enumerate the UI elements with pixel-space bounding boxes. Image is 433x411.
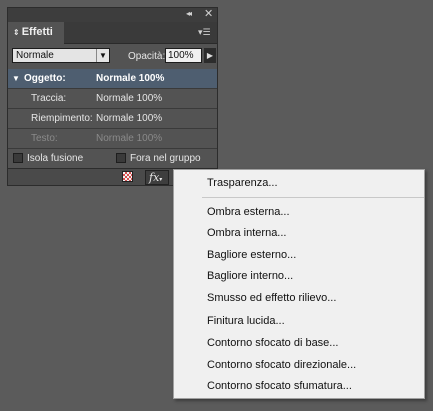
clear-effects-icon[interactable] — [122, 171, 133, 182]
row-name: Oggetto: — [24, 73, 66, 84]
panel-titlebar[interactable]: ◂◂ ✕ — [8, 8, 217, 22]
menu-item-bagliore-interno[interactable]: Bagliore interno... — [207, 270, 293, 282]
knockout-group-checkbox[interactable] — [116, 153, 126, 163]
fx-dropdown-menu: Trasparenza... Ombra esterna... Ombra in… — [173, 169, 425, 399]
menu-item-contorno-direzionale[interactable]: Contorno sfocato direzionale... — [207, 359, 356, 371]
isolate-blending-label: Isola fusione — [27, 153, 84, 164]
row-name: Riempimento: — [31, 113, 93, 124]
effects-panel: ◂◂ ✕ ⇕ Effetti ▾☰ Normale ▼ Opacità: 100%… — [7, 7, 218, 186]
row-riempimento[interactable]: Riempimento: Normale 100% — [8, 109, 217, 129]
row-value: Normale 100% — [96, 93, 163, 104]
menu-item-contorno-sfumatura[interactable]: Contorno sfocato sfumatura... — [207, 380, 352, 392]
opacity-slider-arrow-icon[interactable]: ▶ — [204, 48, 216, 63]
tab-effetti[interactable]: ⇕ Effetti — [8, 22, 64, 44]
expand-triangle-icon[interactable]: ▼ — [12, 74, 20, 83]
row-value: Normale 100% — [96, 133, 163, 144]
isolate-blending-checkbox[interactable] — [13, 153, 23, 163]
panel-tabbar: ⇕ Effetti ▾☰ — [8, 22, 217, 44]
menu-item-contorno-base[interactable]: Contorno sfocato di base... — [207, 337, 338, 349]
menu-separator — [202, 197, 424, 198]
fx-icon: fx — [149, 171, 160, 184]
knockout-group-label: Fora nel gruppo — [130, 153, 201, 164]
blend-mode-select[interactable]: Normale ▼ — [12, 48, 110, 63]
blend-mode-value: Normale — [16, 50, 54, 61]
fx-button[interactable]: fx▾ — [145, 170, 169, 185]
opacity-input[interactable]: 100% — [165, 48, 202, 63]
row-value: Normale 100% — [96, 113, 163, 124]
tab-label: Effetti — [21, 26, 53, 38]
row-name: Testo: — [31, 133, 58, 144]
row-testo: Testo: Normale 100% — [8, 129, 217, 149]
collapse-icon[interactable]: ◂◂ — [186, 9, 192, 18]
row-value: Normale 100% — [96, 73, 165, 84]
row-oggetto[interactable]: ▼ Oggetto: Normale 100% — [8, 69, 217, 89]
menu-item-trasparenza[interactable]: Trasparenza... — [207, 177, 278, 189]
close-icon[interactable]: ✕ — [204, 7, 213, 20]
menu-item-finitura-lucida[interactable]: Finitura lucida... — [207, 315, 285, 327]
opacity-label: Opacità: — [128, 51, 166, 62]
row-name: Traccia: — [31, 93, 67, 104]
menu-item-ombra-interna[interactable]: Ombra interna... — [207, 227, 286, 239]
panel-menu-icon[interactable]: ▾☰ — [198, 27, 211, 38]
tab-sort-icon: ⇕ — [13, 28, 20, 37]
menu-item-bagliore-esterno[interactable]: Bagliore esterno... — [207, 249, 296, 261]
menu-item-ombra-esterna[interactable]: Ombra esterna... — [207, 206, 290, 218]
chevron-down-icon[interactable]: ▼ — [96, 49, 109, 62]
menu-item-smusso-rilievo[interactable]: Smusso ed effetto rilievo... — [207, 292, 336, 304]
chevron-down-icon: ▾ — [159, 176, 163, 183]
row-traccia[interactable]: Traccia: Normale 100% — [8, 89, 217, 109]
